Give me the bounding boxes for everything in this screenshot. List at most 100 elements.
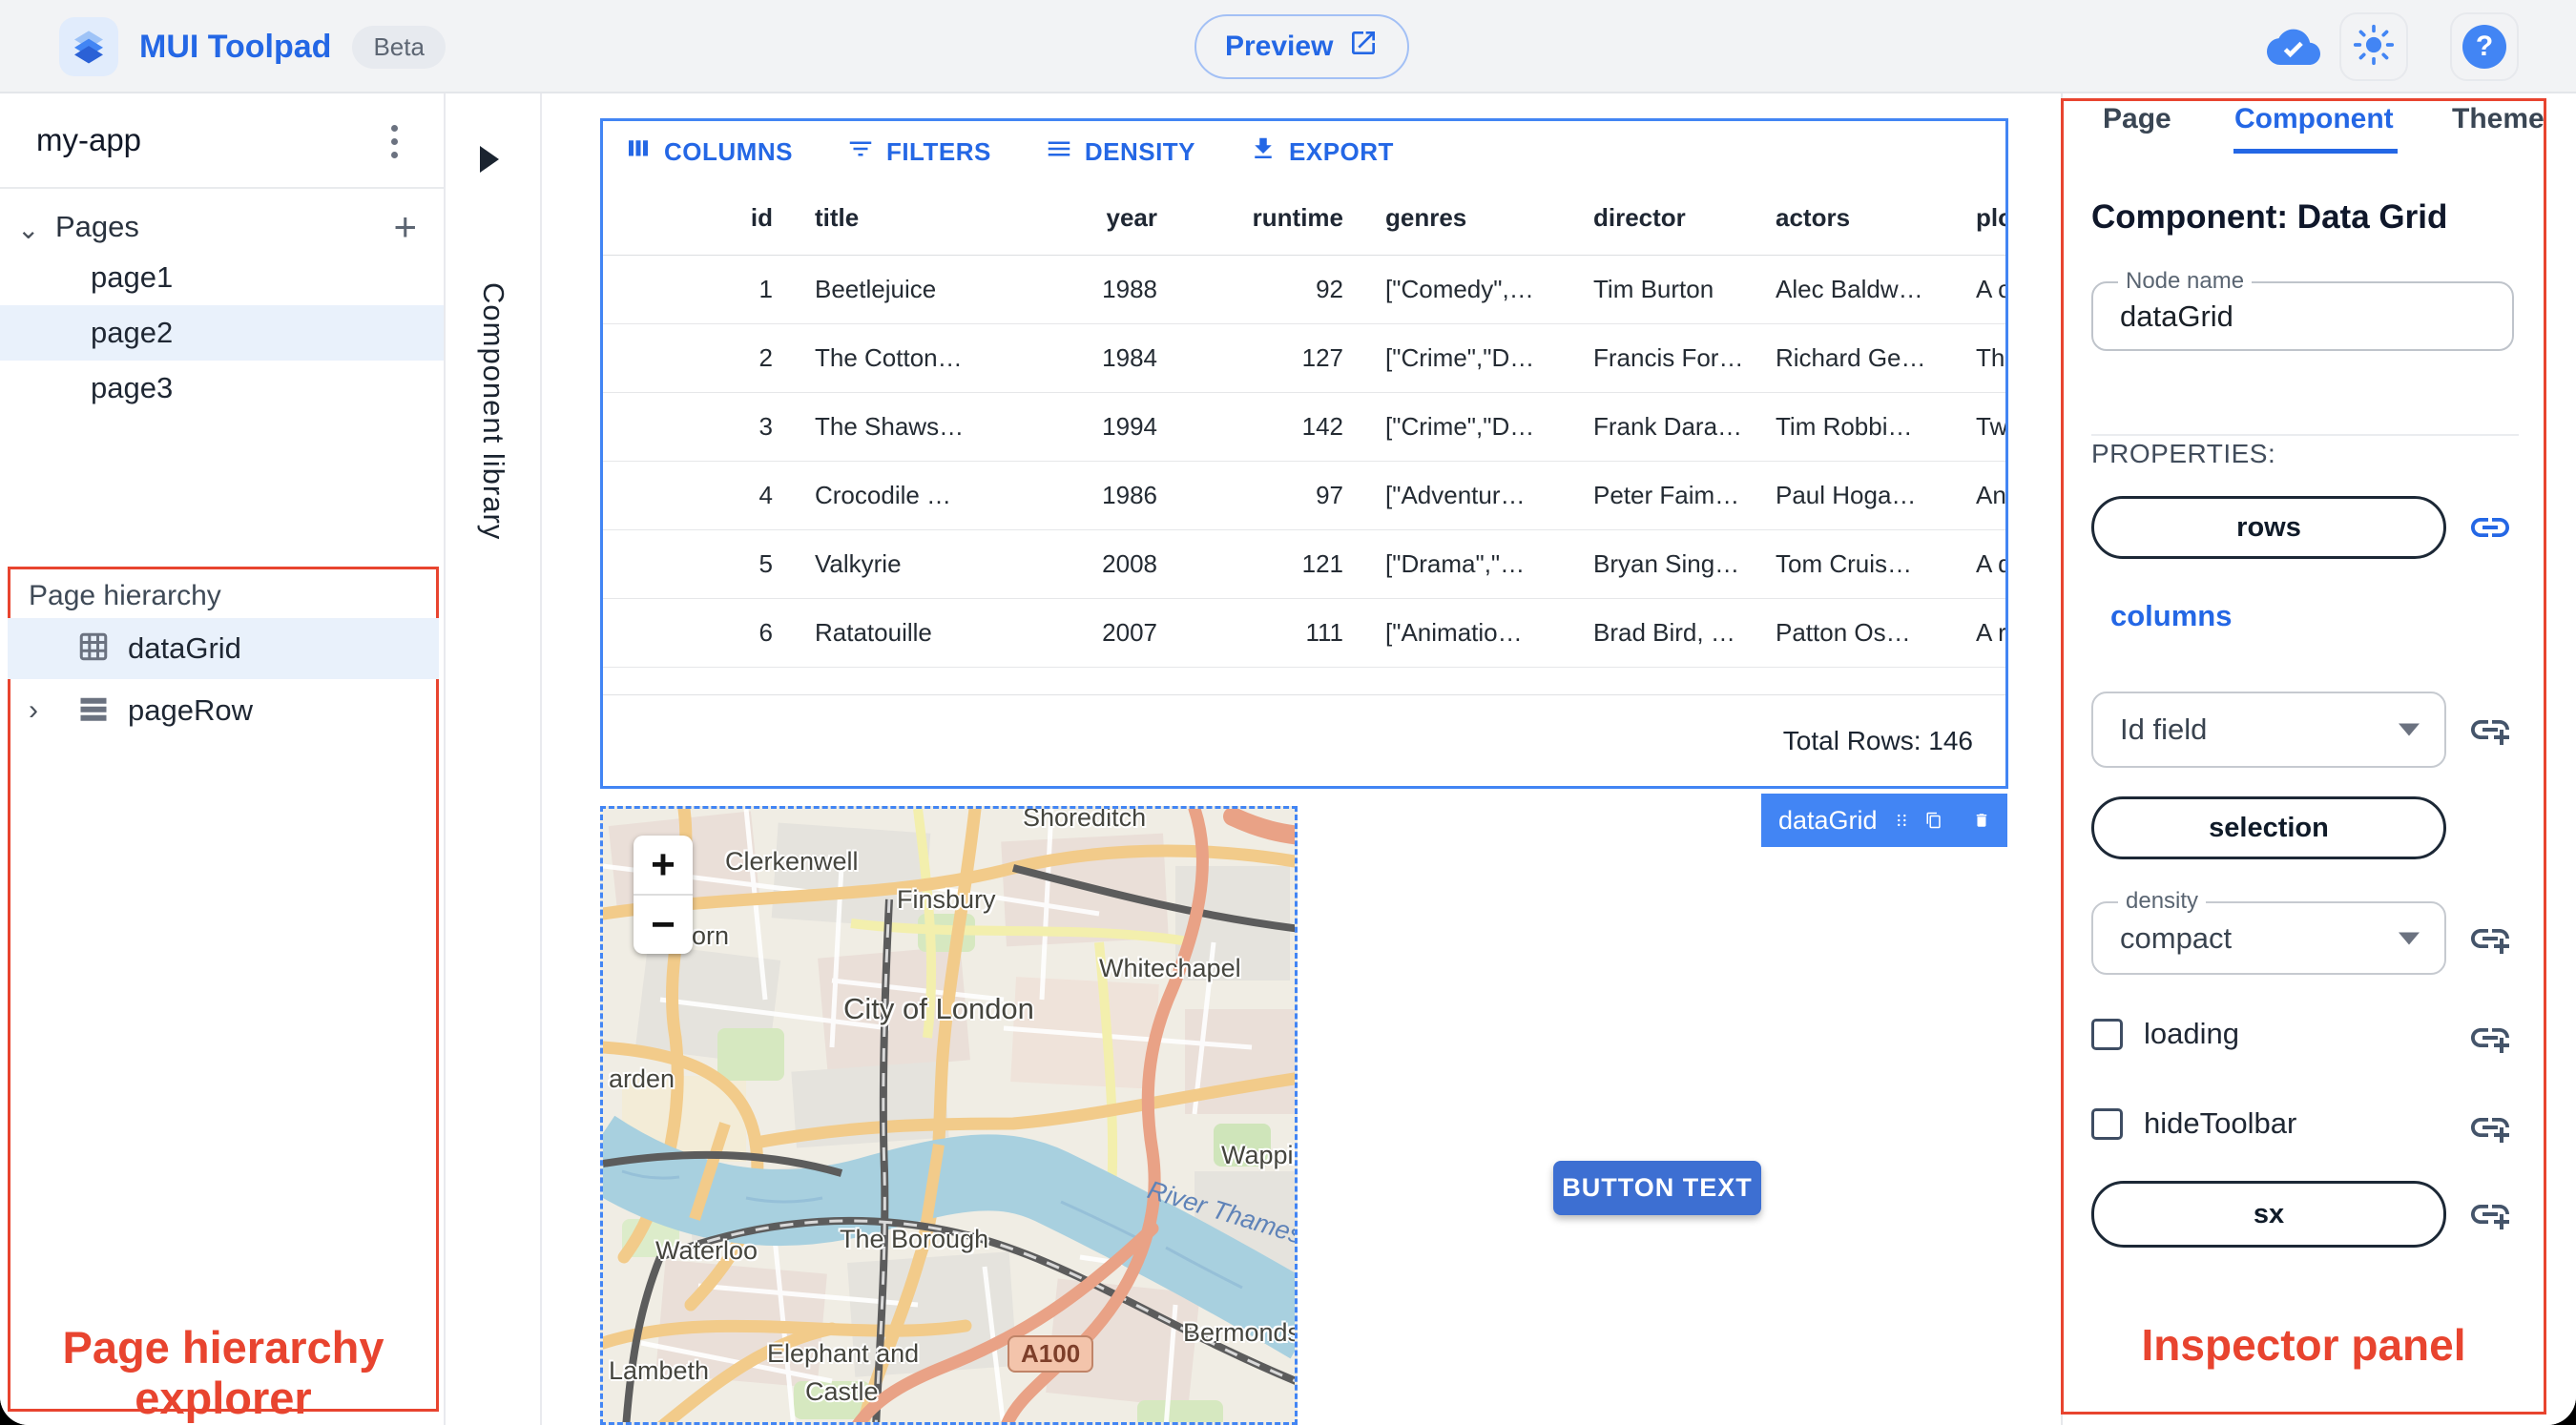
toolpad-logo-icon: [59, 17, 118, 76]
app-name: my-app: [36, 122, 142, 157]
table-cell: A ra: [1955, 598, 2005, 668]
column-header[interactable]: runtime: [1178, 182, 1364, 256]
loading-checkbox-row[interactable]: loading: [2091, 1017, 2239, 1051]
light-mode-icon: [2353, 24, 2395, 71]
page-hierarchy-title: Page hierarchy: [29, 580, 221, 611]
table-row[interactable]: 2 The Cotton… 1984 127 ["Crime","D… Francis F…: [603, 323, 2005, 393]
theme-toggle-button[interactable]: [2339, 12, 2408, 81]
datagrid-component[interactable]: COLUMNS FILTERS DENSITY EXPORT id title …: [600, 118, 2008, 789]
id-field-select[interactable]: Id field: [2091, 692, 2446, 768]
tab-page[interactable]: Page: [2103, 103, 2171, 135]
divider: [2091, 434, 2519, 436]
table-row[interactable]: 4 Crocodile … 1986 97 ["Adventur… Peter Faim……: [603, 461, 2005, 530]
sidebar: my-app ⌄ Pages + page1 page2 page3 Page hi…: [0, 93, 444, 1425]
table-cell: A co: [1955, 255, 2005, 324]
sidebar-page-item[interactable]: page2: [0, 305, 444, 361]
table-cell: 111: [1178, 598, 1364, 668]
top-bar: MUI Toolpad Beta Preview ?: [0, 0, 2576, 93]
checkbox-unchecked-icon[interactable]: [2091, 1107, 2123, 1140]
density-menu-icon: [1045, 134, 1073, 170]
checkbox-unchecked-icon[interactable]: [2091, 1018, 2123, 1050]
density-button[interactable]: DENSITY: [1039, 134, 1201, 171]
dropdown-caret-icon: [2399, 723, 2420, 736]
app-menu-button[interactable]: [373, 118, 415, 164]
table-cell: 1: [603, 255, 794, 324]
datagrid-table: id title year runtime genres director actors pl…: [603, 182, 2005, 668]
add-link-icon[interactable]: [2467, 707, 2513, 753]
expand-panel-icon[interactable]: [480, 146, 499, 173]
export-button[interactable]: EXPORT: [1243, 134, 1400, 171]
canvas-button-component[interactable]: BUTTON TEXT: [1553, 1161, 1761, 1215]
table-cell: Crocodile …: [794, 461, 994, 530]
pages-tree-header[interactable]: ⌄ Pages +: [0, 200, 444, 258]
tab-theme[interactable]: Theme: [2452, 103, 2545, 135]
active-tab-indicator: [2233, 149, 2398, 154]
density-label: density: [2118, 888, 2207, 915]
datagrid-toolbar: COLUMNS FILTERS DENSITY EXPORT: [603, 121, 2005, 182]
zoom-out-button[interactable]: −: [634, 896, 693, 954]
table-cell: ["Drama","…: [1364, 529, 1572, 599]
help-button[interactable]: ?: [2450, 12, 2519, 81]
column-header[interactable]: year: [994, 182, 1178, 256]
table-cell: 127: [1178, 323, 1364, 393]
filters-button[interactable]: FILTERS: [841, 134, 997, 171]
tab-component[interactable]: Component: [2234, 103, 2394, 135]
view-columns-icon: [624, 134, 653, 170]
add-link-icon[interactable]: [2467, 1105, 2513, 1150]
dropdown-caret-icon: [2399, 932, 2420, 944]
table-row[interactable]: 3 The Shaws… 1994 142 ["Crime","D… Frank Dara…: [603, 392, 2005, 462]
table-cell: 1984: [994, 323, 1178, 393]
rows-property-button[interactable]: rows: [2091, 496, 2446, 559]
hierarchy-item-datagrid[interactable]: dataGrid: [8, 618, 439, 679]
sx-property-button[interactable]: sx: [2091, 1181, 2446, 1248]
table-row[interactable]: 6 Ratatouille 2007 111 ["Animatio… Brad Bird,…: [603, 598, 2005, 668]
table-row[interactable]: 5 Valkyrie 2008 121 ["Drama","… Bryan Sing… To…: [603, 529, 2005, 599]
column-header[interactable]: director: [1572, 182, 1755, 256]
selection-property-button[interactable]: selection: [2091, 796, 2446, 859]
add-link-icon[interactable]: [2467, 916, 2513, 961]
column-header[interactable]: genres: [1364, 182, 1572, 256]
sidebar-page-item[interactable]: page1: [0, 250, 444, 305]
table-cell: An A: [1955, 461, 2005, 530]
add-page-button[interactable]: +: [393, 204, 417, 250]
column-header[interactable]: plot: [1955, 182, 2005, 256]
sync-status-button[interactable]: [2259, 12, 2328, 81]
add-link-icon[interactable]: [2467, 1191, 2513, 1237]
page-hierarchy-annotation-label: Page hierarchy explorer: [62, 1322, 384, 1424]
table-cell: ["Comedy",…: [1364, 255, 1572, 324]
beta-badge: Beta: [352, 25, 446, 69]
preview-button[interactable]: Preview: [1195, 14, 1410, 79]
link-icon[interactable]: [2467, 505, 2513, 550]
node-name-field[interactable]: Node name dataGrid: [2091, 268, 2514, 351]
delete-icon[interactable]: [1973, 805, 1990, 836]
column-header[interactable]: title: [794, 182, 994, 256]
density-select[interactable]: density compact: [2091, 888, 2446, 975]
table-row[interactable]: 1 Beetlejuice 1988 92 ["Comedy",… Tim Burton A…: [603, 255, 2005, 324]
add-link-icon[interactable]: [2467, 1015, 2513, 1061]
duplicate-icon[interactable]: [1925, 805, 1942, 836]
zoom-in-button[interactable]: +: [634, 836, 693, 894]
sidebar-page-item[interactable]: page3: [0, 361, 444, 416]
table-cell: Paul Hoga…: [1755, 461, 1955, 530]
column-header[interactable]: actors: [1755, 182, 1955, 256]
drag-handle-icon[interactable]: [1895, 806, 1909, 835]
hidetoolbar-checkbox-row[interactable]: hideToolbar: [2091, 1106, 2296, 1141]
table-cell: ["Animatio…: [1364, 598, 1572, 668]
columns-button[interactable]: COLUMNS: [618, 134, 799, 171]
component-library-label: Component library: [477, 282, 510, 541]
column-header[interactable]: id: [603, 182, 794, 256]
table-cell: 2: [603, 323, 794, 393]
cloud-check-icon: [2267, 24, 2320, 71]
table-cell: Valkyrie: [794, 529, 994, 599]
preview-button-label: Preview: [1225, 31, 1334, 62]
selection-badge[interactable]: dataGrid: [1761, 794, 2007, 847]
table-cell: Tim Burton: [1572, 255, 1755, 324]
hierarchy-item-pagerow[interactable]: › pageRow: [8, 683, 439, 738]
columns-property-link[interactable]: columns: [2110, 599, 2232, 633]
component-library-panel[interactable]: Component library: [444, 93, 542, 1425]
map-place-label: arden: [609, 1064, 675, 1093]
map-component[interactable]: Clerkenwell Shoreditch Finsbury born City of…: [600, 806, 1298, 1425]
table-cell: 1994: [994, 392, 1178, 462]
table-cell: Alec Baldw…: [1755, 255, 1955, 324]
app-title: MUI Toolpad: [139, 28, 332, 65]
